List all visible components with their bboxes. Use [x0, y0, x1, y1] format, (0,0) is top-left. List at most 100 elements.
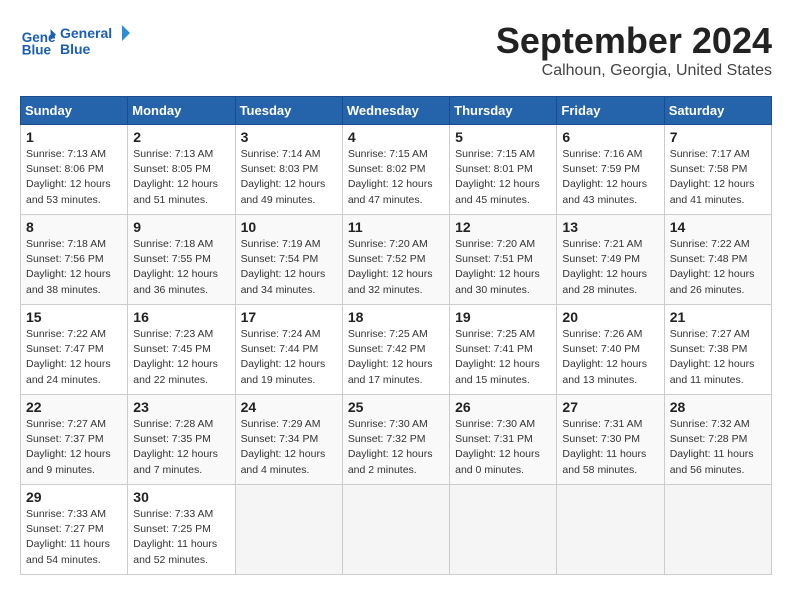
day-info: Sunrise: 7:18 AM Sunset: 7:55 PM Dayligh… [133, 237, 229, 298]
day-info: Sunrise: 7:27 AM Sunset: 7:37 PM Dayligh… [26, 417, 122, 478]
daylight-label: Daylight: 12 hours and 43 minutes. [562, 178, 647, 205]
calendar-cell: 6 Sunrise: 7:16 AM Sunset: 7:59 PM Dayli… [557, 125, 664, 215]
sunset-label: Sunset: 7:44 PM [241, 343, 319, 355]
day-info: Sunrise: 7:33 AM Sunset: 7:27 PM Dayligh… [26, 507, 122, 568]
day-number: 22 [26, 399, 122, 415]
sunrise-label: Sunrise: 7:30 AM [348, 418, 428, 430]
day-number: 15 [26, 309, 122, 325]
daylight-label: Daylight: 12 hours and 0 minutes. [455, 448, 540, 475]
daylight-label: Daylight: 11 hours and 56 minutes. [670, 448, 754, 475]
day-info: Sunrise: 7:18 AM Sunset: 7:56 PM Dayligh… [26, 237, 122, 298]
calendar-week-row: 8 Sunrise: 7:18 AM Sunset: 7:56 PM Dayli… [21, 215, 772, 305]
sunrise-label: Sunrise: 7:21 AM [562, 238, 642, 250]
sunrise-label: Sunrise: 7:25 AM [455, 328, 535, 340]
calendar-cell: 10 Sunrise: 7:19 AM Sunset: 7:54 PM Dayl… [235, 215, 342, 305]
logo: General Blue General Blue [20, 20, 130, 60]
day-info: Sunrise: 7:13 AM Sunset: 8:06 PM Dayligh… [26, 147, 122, 208]
sunset-label: Sunset: 7:25 PM [133, 523, 211, 535]
daylight-label: Daylight: 12 hours and 22 minutes. [133, 358, 218, 385]
day-number: 27 [562, 399, 658, 415]
daylight-label: Daylight: 12 hours and 36 minutes. [133, 268, 218, 295]
day-number: 10 [241, 219, 337, 235]
day-info: Sunrise: 7:30 AM Sunset: 7:31 PM Dayligh… [455, 417, 551, 478]
day-number: 14 [670, 219, 766, 235]
calendar-week-row: 1 Sunrise: 7:13 AM Sunset: 8:06 PM Dayli… [21, 125, 772, 215]
sunrise-label: Sunrise: 7:20 AM [455, 238, 535, 250]
page-header: General Blue General Blue September 2024… [20, 20, 772, 80]
day-number: 19 [455, 309, 551, 325]
day-info: Sunrise: 7:29 AM Sunset: 7:34 PM Dayligh… [241, 417, 337, 478]
calendar-cell: 14 Sunrise: 7:22 AM Sunset: 7:48 PM Dayl… [664, 215, 771, 305]
day-number: 18 [348, 309, 444, 325]
sunset-label: Sunset: 8:05 PM [133, 163, 211, 175]
daylight-label: Daylight: 11 hours and 58 minutes. [562, 448, 646, 475]
day-header-monday: Monday [128, 97, 235, 125]
day-info: Sunrise: 7:30 AM Sunset: 7:32 PM Dayligh… [348, 417, 444, 478]
month-title: September 2024 [496, 20, 772, 62]
daylight-label: Daylight: 12 hours and 45 minutes. [455, 178, 540, 205]
sunrise-label: Sunrise: 7:25 AM [348, 328, 428, 340]
calendar-cell [235, 485, 342, 575]
calendar-cell: 4 Sunrise: 7:15 AM Sunset: 8:02 PM Dayli… [342, 125, 449, 215]
sunrise-label: Sunrise: 7:27 AM [26, 418, 106, 430]
day-number: 1 [26, 129, 122, 145]
calendar-cell: 5 Sunrise: 7:15 AM Sunset: 8:01 PM Dayli… [450, 125, 557, 215]
day-number: 5 [455, 129, 551, 145]
sunset-label: Sunset: 7:34 PM [241, 433, 319, 445]
sunset-label: Sunset: 7:30 PM [562, 433, 640, 445]
day-number: 8 [26, 219, 122, 235]
sunset-label: Sunset: 7:51 PM [455, 253, 533, 265]
day-info: Sunrise: 7:32 AM Sunset: 7:28 PM Dayligh… [670, 417, 766, 478]
daylight-label: Daylight: 12 hours and 7 minutes. [133, 448, 218, 475]
calendar-cell: 27 Sunrise: 7:31 AM Sunset: 7:30 PM Dayl… [557, 395, 664, 485]
sunrise-label: Sunrise: 7:18 AM [26, 238, 106, 250]
sunset-label: Sunset: 7:37 PM [26, 433, 104, 445]
daylight-label: Daylight: 12 hours and 53 minutes. [26, 178, 111, 205]
sunrise-label: Sunrise: 7:29 AM [241, 418, 321, 430]
day-header-friday: Friday [557, 97, 664, 125]
sunrise-label: Sunrise: 7:28 AM [133, 418, 213, 430]
sunset-label: Sunset: 7:54 PM [241, 253, 319, 265]
calendar-cell: 28 Sunrise: 7:32 AM Sunset: 7:28 PM Dayl… [664, 395, 771, 485]
daylight-label: Daylight: 12 hours and 51 minutes. [133, 178, 218, 205]
sunset-label: Sunset: 8:02 PM [348, 163, 426, 175]
logo-svg: General Blue [60, 20, 130, 60]
calendar-cell: 8 Sunrise: 7:18 AM Sunset: 7:56 PM Dayli… [21, 215, 128, 305]
sunrise-label: Sunrise: 7:16 AM [562, 148, 642, 160]
day-info: Sunrise: 7:27 AM Sunset: 7:38 PM Dayligh… [670, 327, 766, 388]
day-number: 7 [670, 129, 766, 145]
day-number: 6 [562, 129, 658, 145]
svg-text:Blue: Blue [60, 41, 91, 57]
day-number: 29 [26, 489, 122, 505]
calendar-cell [450, 485, 557, 575]
calendar-cell: 19 Sunrise: 7:25 AM Sunset: 7:41 PM Dayl… [450, 305, 557, 395]
daylight-label: Daylight: 12 hours and 41 minutes. [670, 178, 755, 205]
calendar-cell: 1 Sunrise: 7:13 AM Sunset: 8:06 PM Dayli… [21, 125, 128, 215]
sunrise-label: Sunrise: 7:30 AM [455, 418, 535, 430]
calendar-week-row: 22 Sunrise: 7:27 AM Sunset: 7:37 PM Dayl… [21, 395, 772, 485]
day-header-tuesday: Tuesday [235, 97, 342, 125]
sunrise-label: Sunrise: 7:23 AM [133, 328, 213, 340]
sunrise-label: Sunrise: 7:27 AM [670, 328, 750, 340]
day-info: Sunrise: 7:25 AM Sunset: 7:42 PM Dayligh… [348, 327, 444, 388]
daylight-label: Daylight: 12 hours and 26 minutes. [670, 268, 755, 295]
calendar-cell: 21 Sunrise: 7:27 AM Sunset: 7:38 PM Dayl… [664, 305, 771, 395]
day-number: 25 [348, 399, 444, 415]
day-info: Sunrise: 7:20 AM Sunset: 7:51 PM Dayligh… [455, 237, 551, 298]
sunset-label: Sunset: 7:58 PM [670, 163, 748, 175]
calendar-cell [557, 485, 664, 575]
daylight-label: Daylight: 12 hours and 15 minutes. [455, 358, 540, 385]
sunset-label: Sunset: 7:31 PM [455, 433, 533, 445]
day-info: Sunrise: 7:21 AM Sunset: 7:49 PM Dayligh… [562, 237, 658, 298]
daylight-label: Daylight: 12 hours and 34 minutes. [241, 268, 326, 295]
calendar-cell: 25 Sunrise: 7:30 AM Sunset: 7:32 PM Dayl… [342, 395, 449, 485]
calendar-cell: 20 Sunrise: 7:26 AM Sunset: 7:40 PM Dayl… [557, 305, 664, 395]
day-number: 16 [133, 309, 229, 325]
daylight-label: Daylight: 12 hours and 4 minutes. [241, 448, 326, 475]
day-info: Sunrise: 7:20 AM Sunset: 7:52 PM Dayligh… [348, 237, 444, 298]
day-info: Sunrise: 7:28 AM Sunset: 7:35 PM Dayligh… [133, 417, 229, 478]
day-info: Sunrise: 7:14 AM Sunset: 8:03 PM Dayligh… [241, 147, 337, 208]
sunrise-label: Sunrise: 7:33 AM [26, 508, 106, 520]
day-info: Sunrise: 7:23 AM Sunset: 7:45 PM Dayligh… [133, 327, 229, 388]
daylight-label: Daylight: 11 hours and 52 minutes. [133, 538, 217, 565]
